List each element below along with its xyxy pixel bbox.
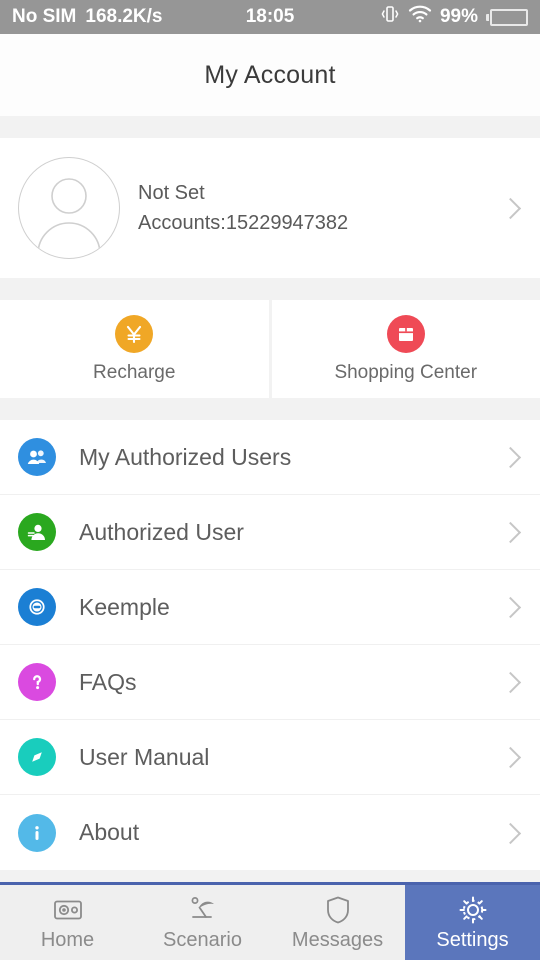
- network-speed-label: 168.2K/s: [85, 6, 163, 27]
- tile-recharge-label: Recharge: [93, 361, 176, 383]
- my-account-screen: No SIM 168.2K/s 18:05 99% My Account Not…: [0, 0, 540, 960]
- content-spacer: [0, 870, 540, 882]
- question-mark-icon: [18, 663, 56, 701]
- status-bar: No SIM 168.2K/s 18:05 99%: [0, 0, 540, 34]
- chevron-right-icon: [500, 521, 522, 543]
- tab-scenario-label: Scenario: [163, 929, 242, 951]
- battery-percent-label: 99%: [439, 6, 478, 27]
- chevron-right-icon: [500, 746, 522, 768]
- wifi-icon: [408, 5, 432, 29]
- bottom-navigation: Home Scenario Messages Settings: [0, 882, 540, 960]
- menu-item-my-authorized-users[interactable]: My Authorized Users: [0, 420, 540, 495]
- chevron-right-icon: [500, 446, 522, 468]
- yen-coin-icon: [115, 314, 154, 353]
- menu-item-label: Keemple: [79, 593, 170, 620]
- chevron-right-icon: [500, 671, 522, 693]
- tab-scenario[interactable]: Scenario: [135, 885, 270, 960]
- tab-home-label: Home: [40, 929, 95, 951]
- chevron-right-icon: [500, 197, 522, 219]
- menu-item-label: FAQs: [79, 668, 137, 695]
- avatar: [18, 157, 120, 259]
- shield-icon: [325, 893, 351, 927]
- tile-shopping-center[interactable]: Shopping Center: [268, 300, 540, 398]
- gear-icon: [457, 893, 489, 927]
- keemple-logo-icon: [18, 588, 56, 626]
- menu-item-label: About: [79, 819, 140, 845]
- camera-icon: [52, 893, 84, 927]
- page-title: My Account: [204, 60, 336, 89]
- menu-item-about[interactable]: About: [0, 795, 540, 870]
- section-gap-top: [0, 116, 540, 138]
- tab-messages[interactable]: Messages: [270, 885, 405, 960]
- compass-icon: [18, 738, 56, 776]
- shop-icon: [386, 314, 425, 353]
- chevron-right-icon: [500, 822, 522, 844]
- menu-item-user-manual[interactable]: User Manual: [0, 720, 540, 795]
- tab-settings-label: Settings: [436, 929, 509, 951]
- menu-item-authorized-user[interactable]: Authorized User: [0, 495, 540, 570]
- menu-item-keemple[interactable]: Keemple: [0, 570, 540, 645]
- tile-shopping-center-label: Shopping Center: [334, 361, 478, 383]
- profile-row[interactable]: Not Set Accounts:15229947382: [0, 138, 540, 278]
- battery-icon: [486, 8, 528, 26]
- status-bar-left: No SIM 168.2K/s: [12, 6, 163, 28]
- settings-menu: My Authorized Users Authorized User Keem…: [0, 420, 540, 870]
- info-icon: [18, 813, 56, 852]
- menu-item-label: Authorized User: [79, 518, 244, 545]
- menu-item-label: User Manual: [79, 743, 210, 770]
- user-person-icon: [18, 513, 56, 551]
- menu-item-label: My Authorized Users: [79, 443, 292, 470]
- profile-account: Accounts:15229947382: [138, 211, 349, 234]
- tab-settings[interactable]: Settings: [405, 885, 540, 960]
- person-avatar-icon: [37, 178, 101, 255]
- menu-item-faqs[interactable]: FAQs: [0, 645, 540, 720]
- tab-home[interactable]: Home: [0, 885, 135, 960]
- tab-messages-label: Messages: [291, 929, 384, 951]
- vibrate-icon: [380, 5, 400, 29]
- carrier-label: No SIM: [12, 6, 77, 27]
- section-gap-tiles: [0, 398, 540, 420]
- page-header: My Account: [0, 34, 540, 116]
- beach-umbrella-icon: [186, 893, 220, 927]
- status-bar-right: 99%: [380, 5, 528, 29]
- quick-actions: Recharge Shopping Center: [0, 300, 540, 398]
- tile-recharge[interactable]: Recharge: [0, 300, 269, 398]
- section-gap-profile: [0, 278, 540, 300]
- chevron-right-icon: [500, 596, 522, 618]
- users-group-icon: [18, 438, 56, 476]
- profile-name: Not Set: [138, 181, 205, 204]
- profile-text: Not Set Accounts:15229947382: [138, 182, 500, 235]
